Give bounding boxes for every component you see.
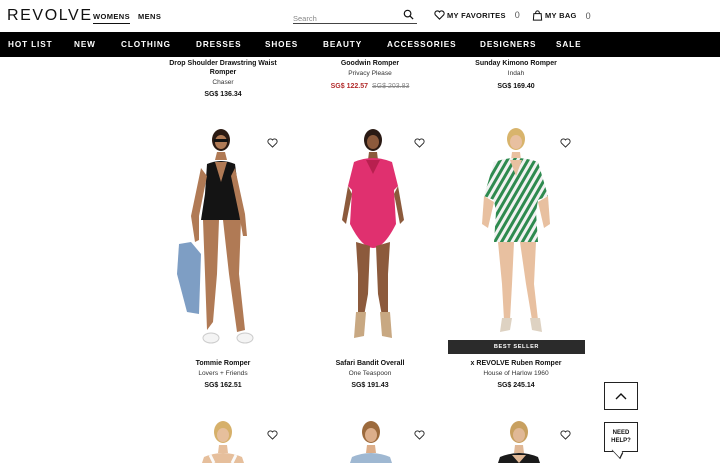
product-name: Tommie Romper	[195, 360, 251, 367]
favorites-count: 0	[514, 10, 521, 20]
nav-item-beauty[interactable]: BEAUTY	[323, 40, 362, 49]
bag-label: MY BAG	[545, 11, 577, 20]
my-favorites-link[interactable]: MY FAVORITES 0	[434, 10, 520, 20]
heart-outline-icon[interactable]	[267, 430, 278, 440]
product-price: SG$ 191.43	[351, 382, 389, 389]
heart-icon	[434, 10, 445, 20]
revolve-logo[interactable]: REVOLVE	[7, 7, 93, 25]
product-name: x REVOLVE Ruben Romper	[470, 360, 562, 367]
product-brand: One Teaspoon	[348, 370, 392, 377]
heart-outline-icon[interactable]	[560, 430, 571, 440]
product-image[interactable]	[198, 417, 248, 463]
product-brand: Lovers + Friends	[198, 370, 248, 377]
search-box	[293, 8, 417, 26]
back-to-top-button[interactable]	[604, 382, 638, 410]
need-help-button[interactable]: NEED HELP?	[604, 422, 638, 452]
product-card[interactable]: Safari Bandit Overall One Teaspoon SG$ 1…	[300, 359, 440, 390]
heart-outline-icon[interactable]	[414, 138, 425, 148]
nav-item-hot-list[interactable]: HOT LIST	[8, 40, 53, 49]
product-card[interactable]: Sunday Kimono Romper Indah SG$ 169.40	[446, 59, 586, 91]
main-nav: HOT LIST NEW CLOTHING DRESSES SHOES BEAU…	[0, 32, 720, 57]
product-price: SG$ 122.57 SG$ 203.83	[300, 82, 440, 91]
help-label-line2: HELP?	[611, 438, 631, 444]
product-brand: Chaser	[212, 79, 234, 86]
product-image[interactable]	[165, 124, 275, 354]
help-label-line1: NEED	[612, 430, 630, 436]
nav-item-dresses[interactable]: DRESSES	[196, 40, 241, 49]
product-price: SG$ 245.14	[497, 382, 535, 389]
best-seller-badge: BEST SELLER	[448, 340, 585, 354]
nav-item-shoes[interactable]: SHOES	[265, 40, 298, 49]
product-image[interactable]	[318, 124, 428, 354]
product-name: Drop Shoulder Drawstring Waist Romper	[169, 60, 277, 76]
top-header: REVOLVE WOMENS MENS MY FAVORITES 0 MY BA…	[0, 0, 720, 32]
bag-count: 0	[585, 10, 591, 21]
my-bag-link[interactable]: MY BAG 0	[532, 10, 591, 21]
product-image[interactable]	[464, 124, 574, 346]
nav-item-new[interactable]: NEW	[74, 40, 96, 49]
product-brand: Privacy Please	[348, 70, 392, 77]
product-price: SG$ 162.51	[204, 382, 242, 389]
tab-mens[interactable]: MENS	[138, 12, 161, 21]
sale-price: SG$ 122.57	[330, 83, 368, 90]
product-name: Goodwin Romper	[340, 60, 400, 67]
search-input[interactable]	[293, 11, 393, 26]
product-price: SG$ 169.40	[497, 83, 535, 90]
product-card[interactable]: Drop Shoulder Drawstring Waist Romper Cha…	[153, 59, 293, 99]
heart-outline-icon[interactable]	[414, 430, 425, 440]
nav-item-accessories[interactable]: ACCESSORIES	[387, 40, 457, 49]
product-image[interactable]	[346, 417, 396, 463]
product-name: Sunday Kimono Romper	[475, 60, 557, 67]
product-card[interactable]: x REVOLVE Ruben Romper House of Harlow 1…	[446, 359, 586, 390]
product-brand: House of Harlow 1960	[483, 370, 549, 377]
nav-item-designers[interactable]: DESIGNERS	[480, 40, 536, 49]
original-price: SG$ 203.83	[372, 83, 410, 90]
product-card[interactable]: Tommie Romper Lovers + Friends SG$ 162.5…	[153, 359, 293, 390]
favorites-label: MY FAVORITES	[447, 10, 506, 20]
nav-item-clothing[interactable]: CLOTHING	[121, 40, 171, 49]
product-card[interactable]: Goodwin Romper Privacy Please SG$ 122.57…	[300, 59, 440, 91]
bag-icon	[532, 10, 543, 21]
product-name: Safari Bandit Overall	[335, 360, 405, 367]
product-brand: Indah	[507, 70, 525, 77]
nav-item-sale[interactable]: SALE	[556, 40, 581, 49]
search-icon[interactable]	[403, 9, 414, 20]
heart-outline-icon[interactable]	[267, 138, 278, 148]
product-price: SG$ 136.34	[204, 91, 242, 98]
chevron-up-icon	[615, 393, 627, 400]
tab-womens[interactable]: WOMENS	[93, 12, 130, 24]
heart-outline-icon[interactable]	[560, 138, 571, 148]
product-image[interactable]	[494, 417, 544, 463]
